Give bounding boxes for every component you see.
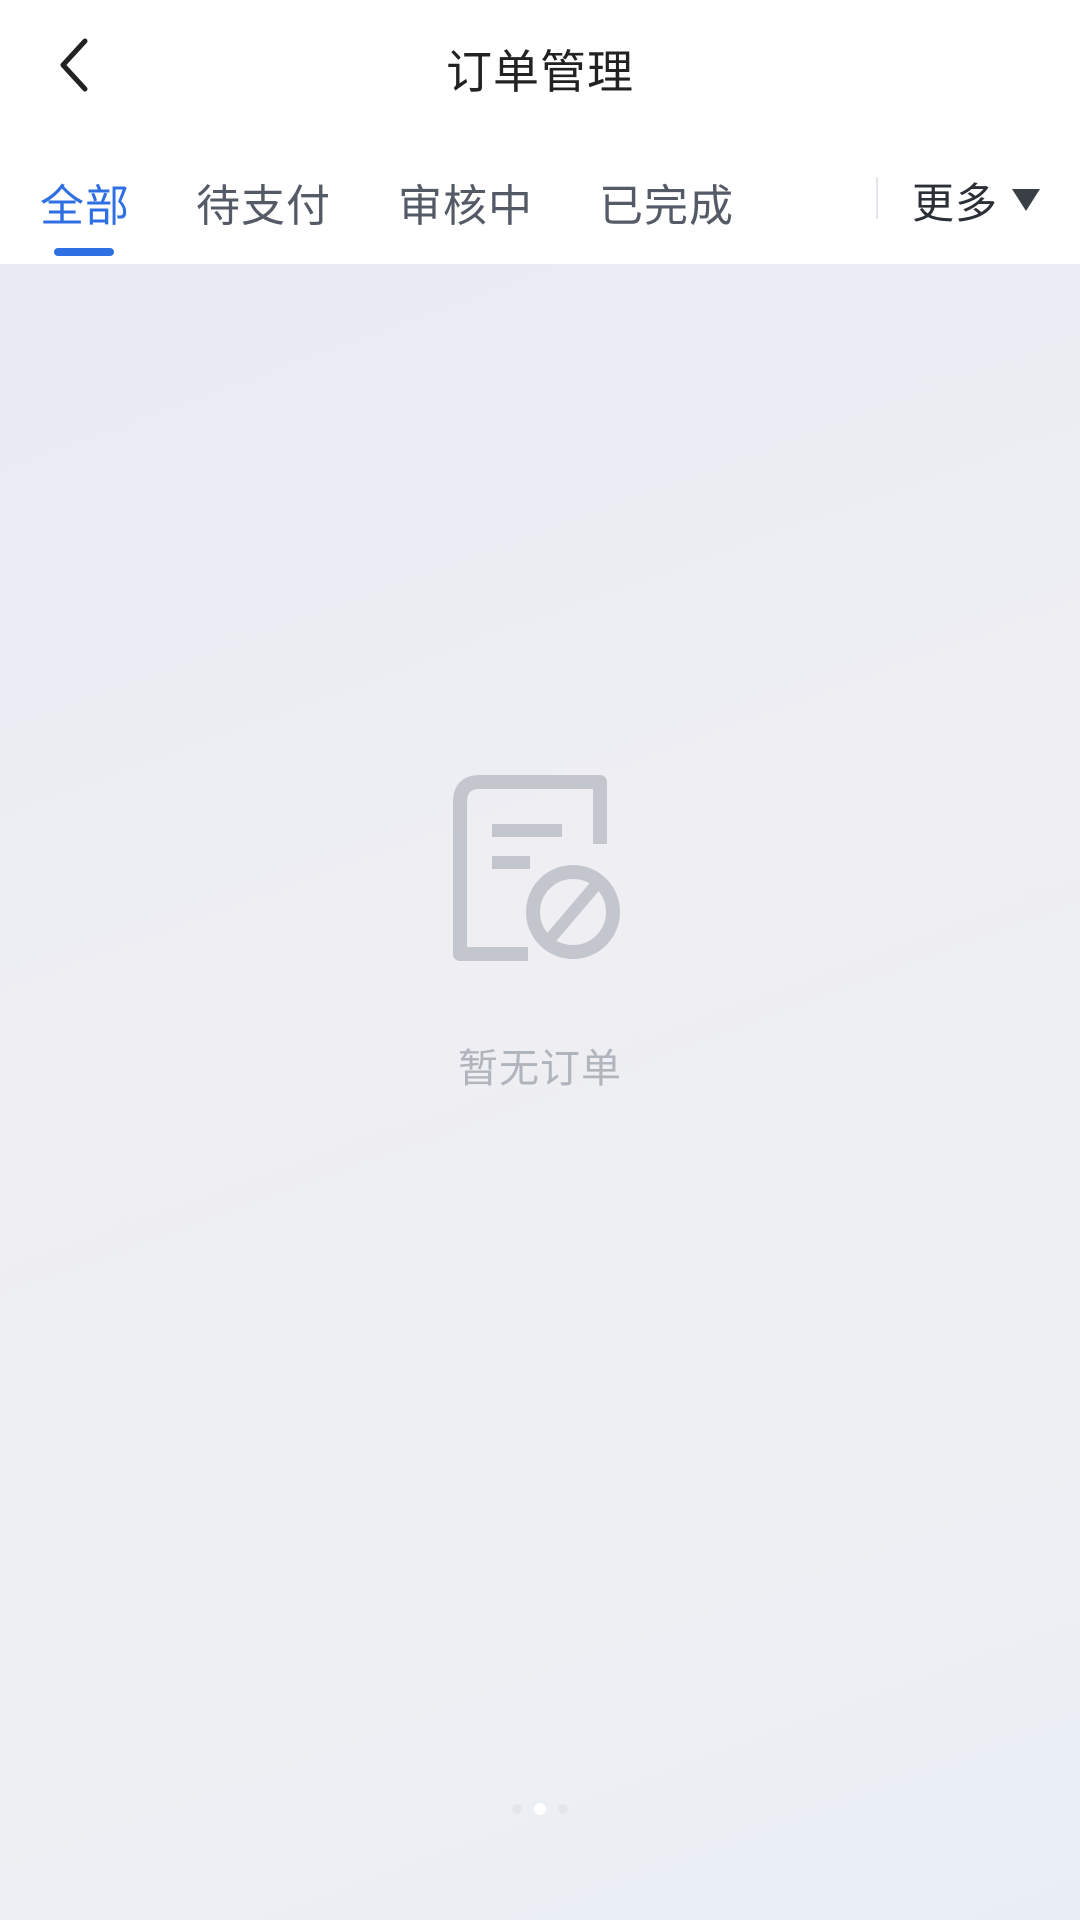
active-tab-indicator <box>54 248 114 256</box>
more-dropdown-button[interactable]: 更多 <box>912 170 1041 230</box>
page-dot <box>512 1804 522 1814</box>
tab-under-review[interactable]: 审核中 <box>398 170 533 234</box>
page-indicator <box>0 1803 1080 1815</box>
tab-divider <box>876 177 878 219</box>
tab-pending-payment[interactable]: 待支付 <box>196 170 331 234</box>
empty-state-text: 暂无订单 <box>458 1046 622 1092</box>
tab-all[interactable]: 全部 <box>40 170 130 234</box>
more-label: 更多 <box>912 178 999 228</box>
page-title: 订单管理 <box>446 45 634 99</box>
page-dot <box>558 1804 568 1814</box>
order-list-area: 暂无订单 <box>0 264 1080 1920</box>
empty-state: 暂无订单 <box>0 774 1080 1094</box>
triangle-down-icon <box>1012 189 1041 211</box>
no-orders-document-icon <box>453 775 620 961</box>
top-bar: 订单管理 <box>0 0 1080 130</box>
tab-completed[interactable]: 已完成 <box>599 170 734 234</box>
page-dot-active <box>534 1803 546 1815</box>
order-status-tabs: 全部 待支付 审核中 已完成 更多 <box>0 130 1080 264</box>
